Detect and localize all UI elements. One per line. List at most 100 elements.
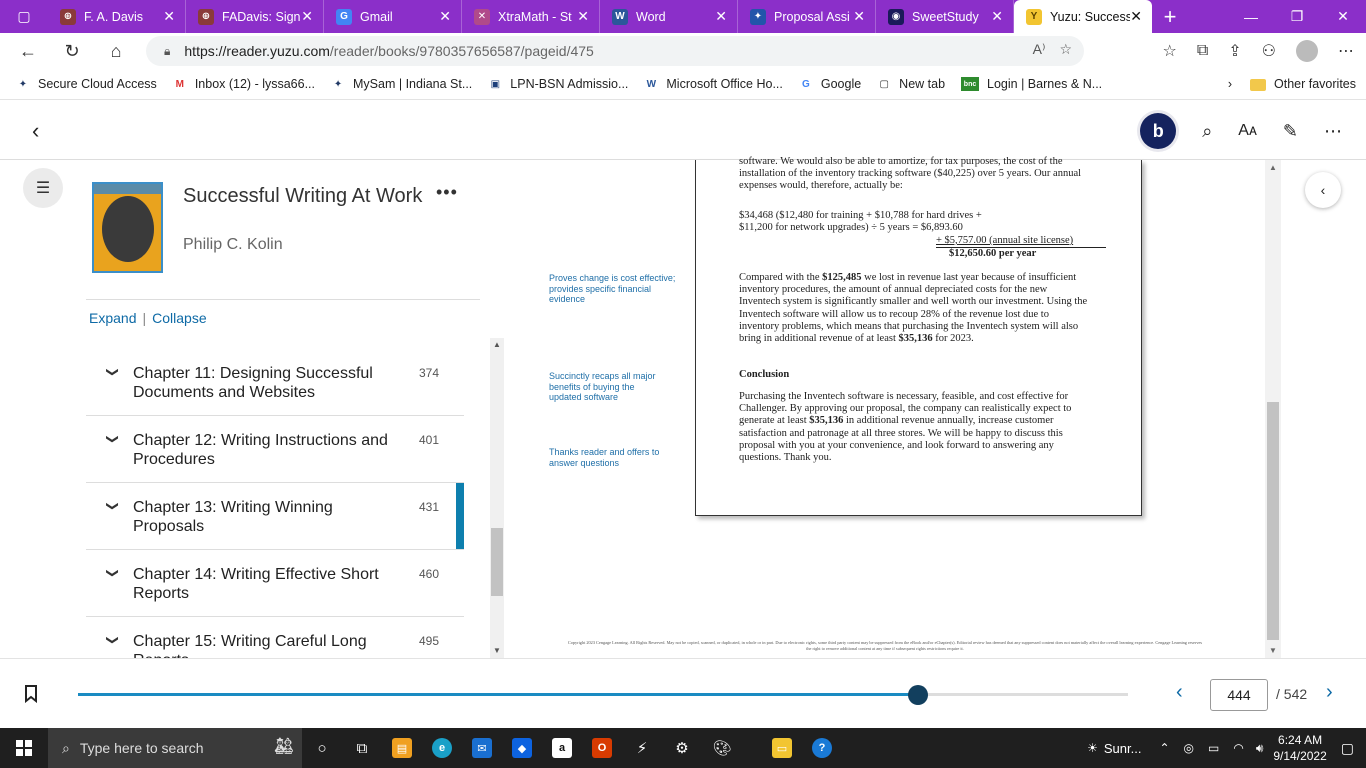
other-favorites[interactable]: Other favorites (1250, 77, 1356, 91)
restore-button[interactable]: ❐ (1274, 0, 1320, 33)
close-tab-icon[interactable]: ✕ (853, 8, 865, 25)
help-icon[interactable]: ? (802, 728, 842, 768)
collections-icon[interactable]: ⧉ (1197, 42, 1208, 60)
progress-knob[interactable] (908, 685, 928, 705)
wifi-icon[interactable]: ◠ (1233, 741, 1243, 755)
clock[interactable]: 6:24 AM 9/14/2022 (1273, 732, 1326, 764)
read-aloud-icon[interactable]: A⁾ (1033, 41, 1046, 58)
settings-more-icon[interactable]: ⋯ (1338, 41, 1354, 61)
toc-chapter-item[interactable]: ❯ Chapter 12: Writing Instructions and Pr… (86, 416, 464, 483)
favorite-link[interactable]: bnc Login | Barnes & N... (961, 77, 1102, 91)
edge-icon[interactable]: e (422, 728, 462, 768)
page-progress-slider[interactable] (78, 685, 1128, 705)
close-tab-icon[interactable]: ✕ (163, 8, 175, 25)
new-tab-button[interactable]: + (1152, 0, 1188, 33)
settings-gear-icon[interactable]: ⚙ (662, 728, 702, 768)
minimize-button[interactable]: — (1228, 0, 1274, 33)
browser-tab[interactable]: ◉ SweetStudy ✕ (876, 0, 1014, 33)
cortana-icon[interactable]: ○ (302, 728, 342, 768)
battery-icon[interactable]: ▭ (1208, 741, 1219, 755)
amazon-icon[interactable]: a (542, 728, 582, 768)
chevron-down-icon[interactable]: ❯ (106, 367, 120, 377)
toc-chapter-item[interactable]: ❯ Chapter 11: Designing Successful Docume… (86, 349, 464, 416)
chevron-down-icon[interactable]: ❯ (106, 434, 120, 444)
profile-avatar[interactable] (1296, 40, 1318, 62)
notes-icon[interactable]: ✎ (1283, 121, 1298, 142)
tab-favicon-icon: ✦ (750, 8, 766, 25)
previous-page-icon[interactable]: ‹ (1176, 681, 1183, 704)
office-icon[interactable]: O (582, 728, 622, 768)
share-icon[interactable]: ⇪ (1228, 41, 1241, 61)
close-window-button[interactable]: ✕ (1320, 0, 1366, 33)
toc-scrollbar[interactable]: ▲ ▼ (490, 338, 504, 658)
more-options-icon[interactable]: ⋯ (1324, 121, 1342, 142)
browser-tab[interactable]: ⊕ FADavis: Sign ✕ (186, 0, 324, 33)
chevron-down-icon[interactable]: ❯ (106, 568, 120, 578)
toc-chapter-item[interactable]: ❯ Chapter 14: Writing Effective Short Rep… (86, 550, 464, 617)
close-tab-icon[interactable]: ✕ (439, 8, 451, 25)
next-page-icon[interactable]: › (1326, 681, 1333, 704)
dropbox-icon[interactable]: ◆ (502, 728, 542, 768)
file-explorer-icon[interactable]: ▭ (762, 728, 802, 768)
chevron-down-icon[interactable]: ❯ (106, 635, 120, 645)
reader-back-button[interactable]: ‹ (32, 118, 39, 144)
favorite-link[interactable]: ✦ Secure Cloud Access (16, 77, 157, 91)
taskbar-search[interactable]: ⌕ Type here to search 🎎︎ (48, 728, 302, 768)
collapse-link[interactable]: Collapse (152, 310, 206, 326)
weather-icon[interactable]: ☀ (1087, 741, 1098, 755)
chapter-title: Chapter 12: Writing Instructions and Pro… (133, 432, 388, 468)
meet-icon[interactable]: ◎ (1184, 741, 1194, 755)
font-size-icon[interactable]: Aᴀ (1238, 122, 1257, 140)
toc-chapter-item[interactable]: ❯ Chapter 13: Writing Winning Proposals 43… (86, 483, 464, 550)
expand-link[interactable]: Expand (89, 310, 136, 326)
calc-total: $12,650.60 per year (949, 248, 1037, 259)
user-avatar[interactable]: b (1140, 113, 1177, 149)
extensions-icon[interactable]: ⚇ (1262, 41, 1276, 61)
close-tab-icon[interactable]: ✕ (577, 8, 589, 25)
favorite-link[interactable]: W Microsoft Office Ho... (644, 77, 783, 91)
close-tab-icon[interactable]: ✕ (715, 8, 727, 25)
store-icon[interactable]: ▤ (382, 728, 422, 768)
add-favorite-icon[interactable]: ☆ (1059, 41, 1072, 58)
task-view-icon[interactable]: ⧉ (342, 728, 382, 768)
lightning-icon[interactable]: ⚡︎ (622, 728, 662, 768)
menu-toggle-icon[interactable]: ☰ (23, 168, 63, 208)
chevron-down-icon[interactable]: ❯ (106, 501, 120, 511)
book-more-icon[interactable]: ••• (436, 182, 458, 203)
favorite-link[interactable]: ✦ MySam | Indiana St... (331, 77, 472, 91)
browser-tab[interactable]: ✕ XtraMath - St ✕ (462, 0, 600, 33)
page-number-input[interactable] (1210, 679, 1268, 711)
browser-tab[interactable]: G Gmail ✕ (324, 0, 462, 33)
tab-actions-icon[interactable]: ▢ (0, 0, 48, 33)
favorites-overflow-icon[interactable]: › (1228, 77, 1232, 91)
volume-icon[interactable]: 🔊︎ (1256, 741, 1264, 756)
toc-chapter-item[interactable]: ❯ Chapter 15: Writing Careful Long Report… (86, 617, 464, 658)
favorite-link[interactable]: M Inbox (12) - lyssa66... (173, 77, 315, 91)
browser-tab[interactable]: ✦ Proposal Assi ✕ (738, 0, 876, 33)
favorites-icon[interactable]: ☆ (1162, 41, 1176, 61)
favorite-link[interactable]: G Google (799, 77, 861, 91)
panel-toggle-chevron-icon[interactable]: ‹ (1305, 172, 1341, 208)
tray-overflow-icon[interactable]: ⌃ (1159, 741, 1169, 755)
bookmark-icon[interactable] (24, 685, 38, 703)
browser-tab[interactable]: Y Yuzu: Success ✕ (1014, 0, 1152, 33)
favorite-link[interactable]: ▣ LPN-BSN Admissio... (488, 77, 629, 91)
refresh-button[interactable]: ↻ (50, 33, 94, 69)
close-tab-icon[interactable]: ✕ (1130, 8, 1142, 25)
back-button[interactable]: ← (6, 33, 50, 69)
notifications-icon[interactable]: ▢ (1341, 740, 1354, 757)
page-scrollbar[interactable]: ▲ ▼ (1265, 160, 1281, 658)
tab-title: XtraMath - St (498, 9, 572, 24)
favorite-link[interactable]: ▢ New tab (877, 77, 945, 91)
close-tab-icon[interactable]: ✕ (991, 8, 1003, 25)
close-tab-icon[interactable]: ✕ (301, 8, 313, 25)
start-button[interactable] (0, 728, 48, 768)
browser-tab[interactable]: ⊕ F. A. Davis ✕ (48, 0, 186, 33)
weather-text[interactable]: Sunr... (1104, 741, 1142, 756)
home-button[interactable]: ⌂ (94, 33, 138, 69)
browser-tab[interactable]: W Word ✕ (600, 0, 738, 33)
url-field[interactable]: 🔒︎ https://reader.yuzu.com/reader/books/… (146, 36, 1084, 66)
search-icon[interactable]: ⌕ (1202, 121, 1212, 142)
paint-icon[interactable]: 🎨︎ (702, 728, 742, 768)
mail-icon[interactable]: ✉ (462, 728, 502, 768)
